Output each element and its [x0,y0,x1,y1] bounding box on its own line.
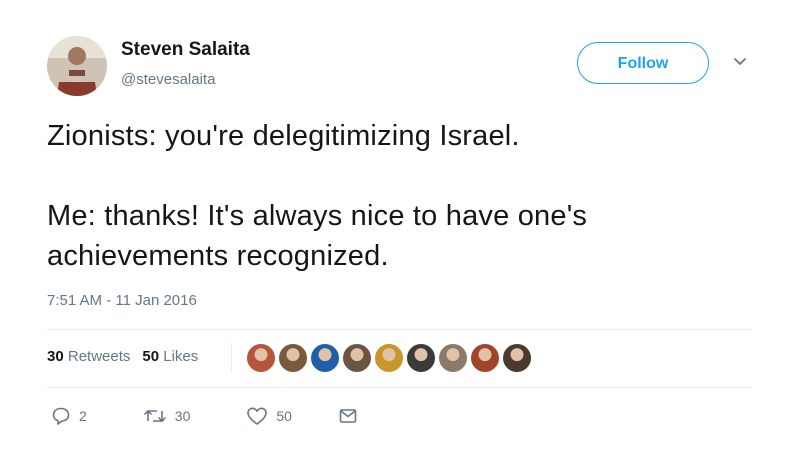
retweets-stat[interactable]: 30 Retweets [47,348,130,365]
liker-avatar[interactable] [502,343,532,373]
tweet-line-1: Zionists: you're delegitimizing Israel. [47,120,520,152]
retweets-count: 30 [47,348,64,365]
reply-icon [52,407,70,425]
likes-count: 50 [142,348,160,365]
direct-message-button[interactable] [338,406,358,426]
tweet-line-2: Me: thanks! It's always nice to have one… [47,200,588,272]
tweet-timestamp[interactable]: 7:51 AM - 11 Jan 2016 [47,292,197,309]
liker-avatar[interactable] [342,343,372,373]
likes-label: Likes [163,348,199,365]
liker-avatar[interactable] [470,343,500,373]
divider [47,329,752,330]
liker-avatar[interactable] [246,343,276,373]
likes-stat[interactable]: 50 Likes [142,348,198,365]
retweet-button[interactable]: 30 [143,406,191,426]
avatar[interactable] [47,36,107,96]
liker-avatars [246,343,532,373]
reply-button[interactable]: 2 [51,406,87,426]
retweet-count: 30 [174,408,191,424]
envelope-icon [339,409,357,423]
engagement-stats: 30 Retweets 50 Likes [47,348,198,365]
retweets-label: Retweets [67,348,131,365]
liker-avatar[interactable] [278,343,308,373]
stats-separator [231,343,232,373]
retweet-icon [143,410,166,422]
like-button[interactable]: 50 [246,406,292,426]
liker-avatar[interactable] [374,343,404,373]
liker-avatar[interactable] [438,343,468,373]
user-avatar-photo [47,36,107,96]
like-count: 50 [276,408,292,424]
author-name[interactable]: Steven Salaita [121,39,250,61]
author-handle[interactable]: @stevesalaita [121,71,215,88]
chevron-down-icon[interactable] [733,57,747,67]
divider [47,387,752,388]
liker-avatar[interactable] [310,343,340,373]
heart-icon [247,407,268,425]
follow-button[interactable]: Follow [577,42,709,84]
tweet-actions: 2 30 50 [47,406,358,426]
tweet-text: Zionists: you're delegitimizing Israel. … [47,116,747,276]
reply-count: 2 [79,408,87,424]
liker-avatar[interactable] [406,343,436,373]
